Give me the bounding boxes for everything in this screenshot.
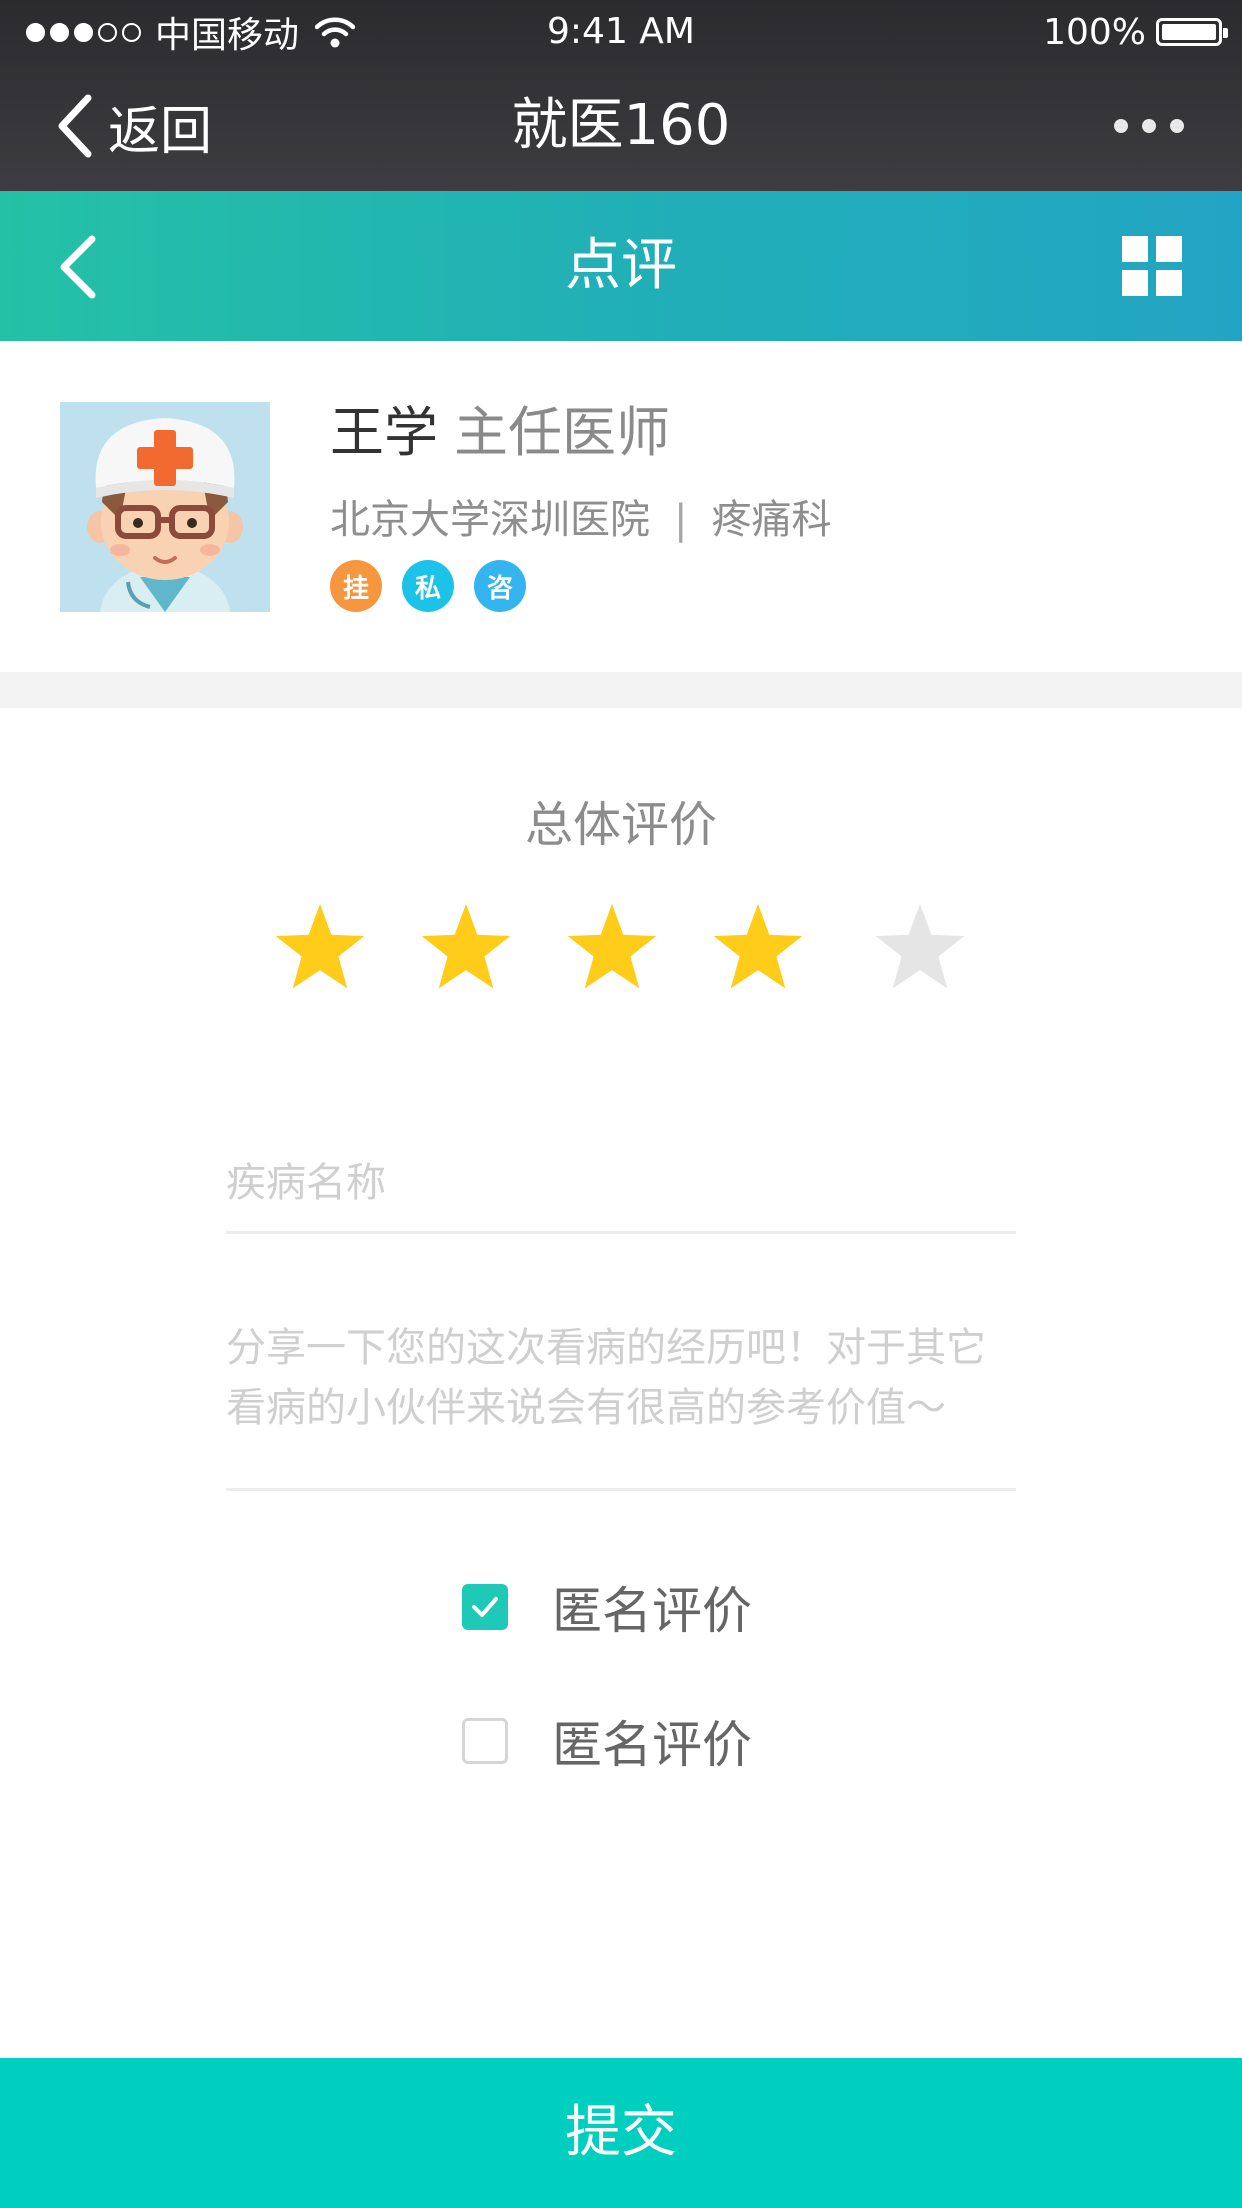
grid-icon (1122, 270, 1148, 296)
doctor-name-line: 王学 主任医师 (330, 395, 670, 471)
service-badge: 挂 (330, 560, 382, 612)
top-bar: 中国移动 9:41 AM 100% 返回 就医160 (0, 0, 1242, 191)
page-header: 点评 (0, 191, 1242, 341)
hospital-department: 北京大学深圳医院 | 疼痛科 (330, 490, 831, 550)
doctor-name: 王学 (330, 401, 438, 464)
checkbox-checked-icon[interactable] (462, 1584, 508, 1630)
grid-icon (1156, 236, 1182, 262)
service-badge: 咨 (474, 560, 526, 612)
star-icon[interactable] (418, 900, 514, 996)
star-rating[interactable] (272, 900, 972, 1000)
experience-textarea[interactable] (226, 1318, 1016, 1488)
option-label: 匿名评价 (552, 1716, 752, 1774)
rating-label: 总体评价 (524, 797, 717, 853)
star-icon[interactable] (272, 900, 368, 996)
section-divider (0, 672, 1242, 708)
checkmark-icon (472, 1597, 498, 1617)
submit-button[interactable]: 提交 (0, 2058, 1242, 2208)
star-icon[interactable] (710, 900, 806, 996)
service-badges: 挂私咨 (330, 560, 526, 612)
story-field (226, 1318, 1016, 1491)
more-dots-icon (1142, 119, 1156, 133)
separator: | (674, 497, 688, 543)
more-button[interactable] (1114, 100, 1184, 152)
page-title: 点评 (565, 233, 677, 298)
more-dots-icon (1114, 119, 1128, 133)
star-icon[interactable] (564, 900, 660, 996)
doctor-title: 主任医师 (454, 401, 670, 464)
option-label: 匿名评价 (552, 1582, 752, 1640)
grid-icon (1156, 270, 1182, 296)
header-back-button[interactable] (52, 231, 106, 303)
star-icon[interactable] (872, 900, 968, 996)
grid-menu-button[interactable] (1122, 236, 1182, 296)
disease-name-input[interactable] (226, 1135, 1016, 1234)
anonymous-option[interactable]: 匿名评价 (462, 1572, 752, 1642)
battery-status: 100% (1043, 8, 1228, 56)
service-badge: 私 (402, 560, 454, 612)
anonymous-option[interactable]: 匿名评价 (462, 1706, 752, 1776)
checkbox-unchecked-icon[interactable] (462, 1718, 508, 1764)
disease-field (226, 1135, 1016, 1234)
more-dots-icon (1170, 119, 1184, 133)
app-title: 就医160 (511, 93, 731, 158)
doctor-avatar (60, 402, 270, 612)
hospital-name: 北京大学深圳医院 (330, 497, 650, 543)
battery-percent: 100% (1043, 11, 1146, 53)
department-name: 疼痛科 (711, 497, 832, 543)
grid-icon (1122, 236, 1148, 262)
battery-icon (1156, 18, 1228, 46)
